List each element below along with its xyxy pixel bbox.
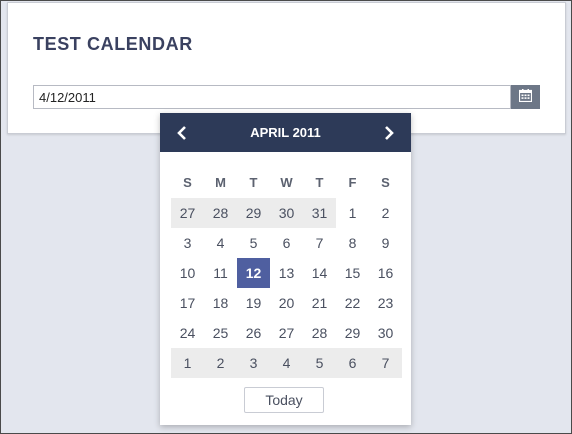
day-cell[interactable]: 26 xyxy=(237,318,270,348)
weekday-label: S xyxy=(183,175,192,190)
day-cell[interactable]: 9 xyxy=(369,228,402,258)
chevron-left-icon xyxy=(177,126,186,140)
day-grid: 27 28 29 30 31 1 2 3 4 5 6 7 8 9 10 11 12 13 14 15 16 17 18 19 2… xyxy=(171,198,402,378)
day-cell[interactable]: 2 xyxy=(369,198,402,228)
weekday-label: S xyxy=(381,175,390,190)
day-cell[interactable]: 13 xyxy=(270,258,303,288)
weekday-header-row: SMTWTFS xyxy=(171,173,402,193)
calendar-toggle-button[interactable] xyxy=(511,85,540,109)
day-cell[interactable]: 6 xyxy=(270,228,303,258)
day-cell[interactable]: 1 xyxy=(336,198,369,228)
day-cell[interactable]: 15 xyxy=(336,258,369,288)
weekday-label: F xyxy=(348,175,357,190)
day-cell[interactable]: 18 xyxy=(204,288,237,318)
day-cell[interactable]: 2 xyxy=(204,348,237,378)
day-cell[interactable]: 7 xyxy=(303,228,336,258)
day-cell[interactable]: 24 xyxy=(171,318,204,348)
today-button[interactable]: Today xyxy=(244,387,324,413)
datepicker-header: APRIL 2011 xyxy=(160,113,411,152)
day-cell[interactable]: 27 xyxy=(171,198,204,228)
day-cell[interactable]: 27 xyxy=(270,318,303,348)
day-cell[interactable]: 25 xyxy=(204,318,237,348)
next-month-button[interactable] xyxy=(379,123,399,143)
day-cell[interactable]: 11 xyxy=(204,258,237,288)
weekday-label: T xyxy=(249,175,258,190)
day-cell[interactable]: 28 xyxy=(303,318,336,348)
day-cell[interactable]: 19 xyxy=(237,288,270,318)
day-cell[interactable]: 8 xyxy=(336,228,369,258)
day-cell[interactable]: 7 xyxy=(369,348,402,378)
day-cell[interactable]: 29 xyxy=(336,318,369,348)
day-cell[interactable]: 21 xyxy=(303,288,336,318)
day-cell[interactable]: 29 xyxy=(237,198,270,228)
weekday-label: M xyxy=(215,175,226,190)
day-cell[interactable]: 22 xyxy=(336,288,369,318)
day-cell[interactable]: 31 xyxy=(303,198,336,228)
date-input[interactable] xyxy=(33,85,511,109)
weekday-label: T xyxy=(315,175,324,190)
weekday-label: W xyxy=(280,175,293,190)
day-cell[interactable]: 3 xyxy=(237,348,270,378)
day-cell[interactable]: 17 xyxy=(171,288,204,318)
day-cell[interactable]: 20 xyxy=(270,288,303,318)
calendar-icon xyxy=(518,89,533,105)
month-label: APRIL 2011 xyxy=(250,125,321,140)
day-cell[interactable]: 30 xyxy=(270,198,303,228)
page-title: TEST CALENDAR xyxy=(33,34,193,54)
day-cell[interactable]: 1 xyxy=(171,348,204,378)
day-cell[interactable]: 28 xyxy=(204,198,237,228)
prev-month-button[interactable] xyxy=(172,123,192,143)
datepicker-popup: APRIL 2011 SMTWTFS 27 28 29 30 31 1 2 3 4 5 6 7 8 9 10… xyxy=(160,113,411,425)
day-cell[interactable]: 4 xyxy=(270,348,303,378)
day-cell[interactable]: 3 xyxy=(171,228,204,258)
day-cell[interactable]: 5 xyxy=(303,348,336,378)
day-cell[interactable]: 14 xyxy=(303,258,336,288)
day-cell[interactable]: 10 xyxy=(171,258,204,288)
day-cell[interactable]: 30 xyxy=(369,318,402,348)
day-cell[interactable]: 23 xyxy=(369,288,402,318)
day-cell-selected[interactable]: 12 xyxy=(237,258,270,288)
day-cell[interactable]: 6 xyxy=(336,348,369,378)
day-cell[interactable]: 5 xyxy=(237,228,270,258)
day-cell[interactable]: 16 xyxy=(369,258,402,288)
chevron-right-icon xyxy=(385,126,394,140)
day-cell[interactable]: 4 xyxy=(204,228,237,258)
